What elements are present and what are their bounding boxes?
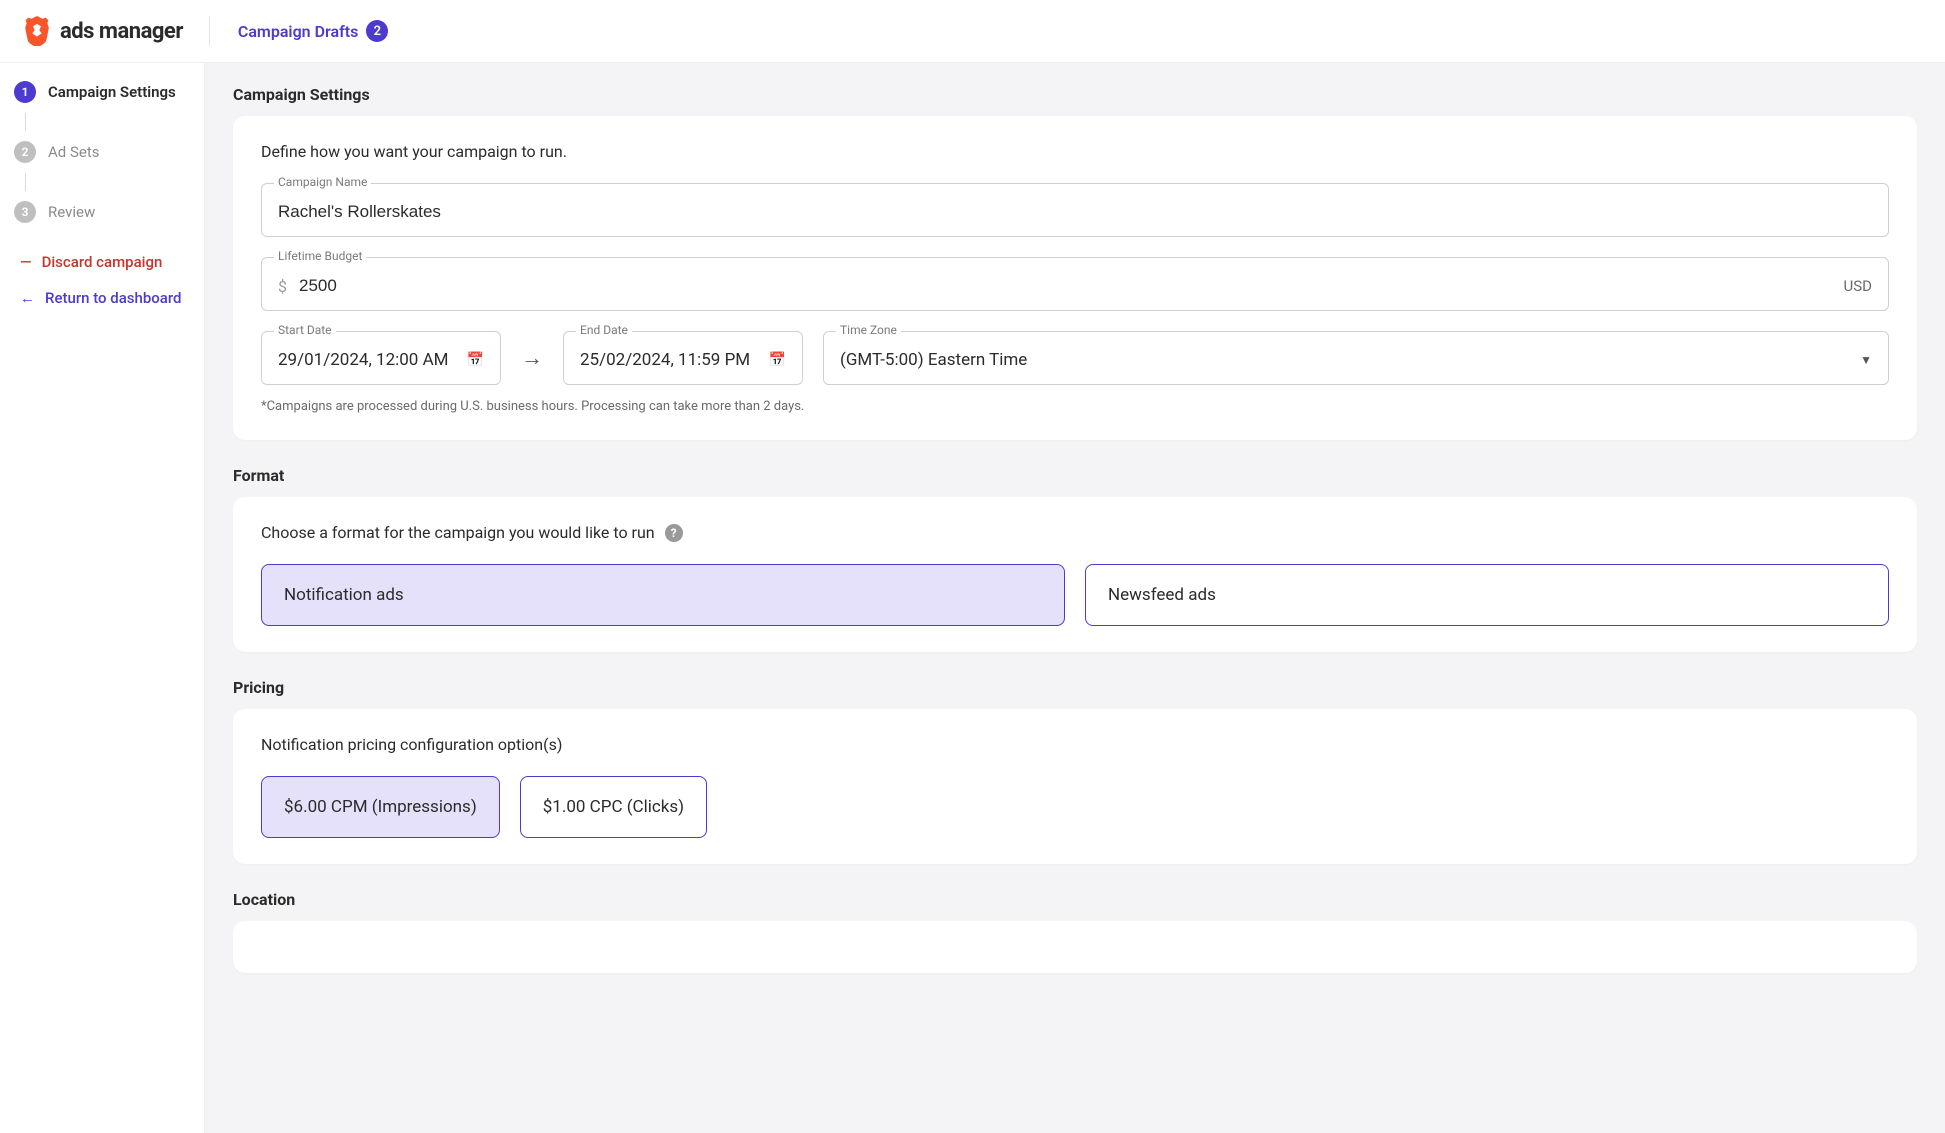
start-date-value: 29/01/2024, 12:00 AM bbox=[278, 350, 449, 370]
option-label: $1.00 CPC (Clicks) bbox=[543, 797, 684, 817]
format-card: Choose a format for the campaign you wou… bbox=[233, 497, 1917, 652]
end-date-field[interactable]: End Date 25/02/2024, 11:59 PM 📅 bbox=[563, 331, 803, 385]
currency-suffix: USD bbox=[1844, 277, 1872, 295]
format-desc: Choose a format for the campaign you wou… bbox=[261, 523, 655, 542]
option-label: Newsfeed ads bbox=[1108, 585, 1216, 605]
sidebar: 1 Campaign Settings 2 Ad Sets 3 Review —… bbox=[0, 63, 205, 1133]
step-connector bbox=[25, 113, 26, 131]
step-label: Review bbox=[48, 203, 95, 221]
app-header: ads manager Campaign Drafts 2 bbox=[0, 0, 1945, 63]
timezone-value: (GMT-5:00) Eastern Time bbox=[840, 350, 1027, 370]
step-label: Campaign Settings bbox=[48, 83, 176, 101]
campaign-settings-card: Define how you want your campaign to run… bbox=[233, 116, 1917, 440]
campaign-name-input[interactable] bbox=[278, 202, 1872, 222]
format-option-newsfeed[interactable]: Newsfeed ads bbox=[1085, 564, 1889, 626]
calendar-icon[interactable]: 📅 bbox=[769, 352, 786, 368]
step-label: Ad Sets bbox=[48, 143, 99, 161]
option-label: $6.00 CPM (Impressions) bbox=[284, 797, 477, 817]
step-review[interactable]: 3 Review bbox=[14, 201, 190, 223]
step-number: 2 bbox=[14, 141, 36, 163]
field-legend: End Date bbox=[576, 323, 632, 337]
step-ad-sets[interactable]: 2 Ad Sets bbox=[14, 141, 190, 163]
return-dashboard-button[interactable]: ← Return to dashboard bbox=[14, 289, 190, 307]
field-legend: Start Date bbox=[274, 323, 336, 337]
location-card bbox=[233, 921, 1917, 973]
section-title-format: Format bbox=[233, 466, 1917, 485]
minus-icon: — bbox=[20, 253, 32, 271]
processing-footnote: *Campaigns are processed during U.S. bus… bbox=[261, 399, 1889, 414]
currency-prefix: $ bbox=[278, 277, 287, 296]
step-number: 1 bbox=[14, 81, 36, 103]
field-legend: Lifetime Budget bbox=[274, 249, 366, 263]
brave-logo-icon bbox=[24, 16, 50, 46]
discard-label: Discard campaign bbox=[42, 253, 163, 271]
pricing-option-cpc[interactable]: $1.00 CPC (Clicks) bbox=[520, 776, 707, 838]
timezone-field[interactable]: Time Zone (GMT-5:00) Eastern Time ▼ bbox=[823, 331, 1889, 385]
main-content: Campaign Settings Define how you want yo… bbox=[205, 63, 1945, 1133]
budget-input[interactable] bbox=[299, 276, 1832, 296]
section-title-location: Location bbox=[233, 890, 1917, 909]
calendar-icon[interactable]: 📅 bbox=[467, 352, 484, 368]
section-title-pricing: Pricing bbox=[233, 678, 1917, 697]
campaign-settings-desc: Define how you want your campaign to run… bbox=[261, 142, 1889, 161]
logo: ads manager bbox=[24, 16, 210, 46]
campaign-name-field[interactable]: Campaign Name bbox=[261, 183, 1889, 237]
discard-campaign-button[interactable]: — Discard campaign bbox=[14, 253, 190, 271]
chevron-down-icon[interactable]: ▼ bbox=[1860, 353, 1872, 367]
end-date-value: 25/02/2024, 11:59 PM bbox=[580, 350, 750, 370]
option-label: Notification ads bbox=[284, 585, 404, 605]
pricing-card: Notification pricing configuration optio… bbox=[233, 709, 1917, 864]
pricing-option-cpm[interactable]: $6.00 CPM (Impressions) bbox=[261, 776, 500, 838]
field-legend: Time Zone bbox=[836, 323, 901, 337]
drafts-count-badge: 2 bbox=[366, 20, 388, 42]
lifetime-budget-field[interactable]: Lifetime Budget $ USD bbox=[261, 257, 1889, 311]
step-number: 3 bbox=[14, 201, 36, 223]
pricing-desc: Notification pricing configuration optio… bbox=[261, 735, 1889, 754]
section-title-campaign-settings: Campaign Settings bbox=[233, 85, 1917, 104]
arrow-left-icon: ← bbox=[20, 289, 35, 307]
arrow-right-icon: → bbox=[521, 345, 543, 371]
field-legend: Campaign Name bbox=[274, 175, 371, 189]
return-label: Return to dashboard bbox=[45, 289, 182, 307]
step-connector bbox=[25, 173, 26, 191]
help-icon[interactable]: ? bbox=[665, 524, 683, 542]
format-option-notification[interactable]: Notification ads bbox=[261, 564, 1065, 626]
drafts-label: Campaign Drafts bbox=[238, 22, 359, 41]
app-name: ads manager bbox=[60, 19, 183, 44]
campaign-drafts-link[interactable]: Campaign Drafts 2 bbox=[238, 20, 389, 42]
step-campaign-settings[interactable]: 1 Campaign Settings bbox=[14, 81, 190, 103]
start-date-field[interactable]: Start Date 29/01/2024, 12:00 AM 📅 bbox=[261, 331, 501, 385]
